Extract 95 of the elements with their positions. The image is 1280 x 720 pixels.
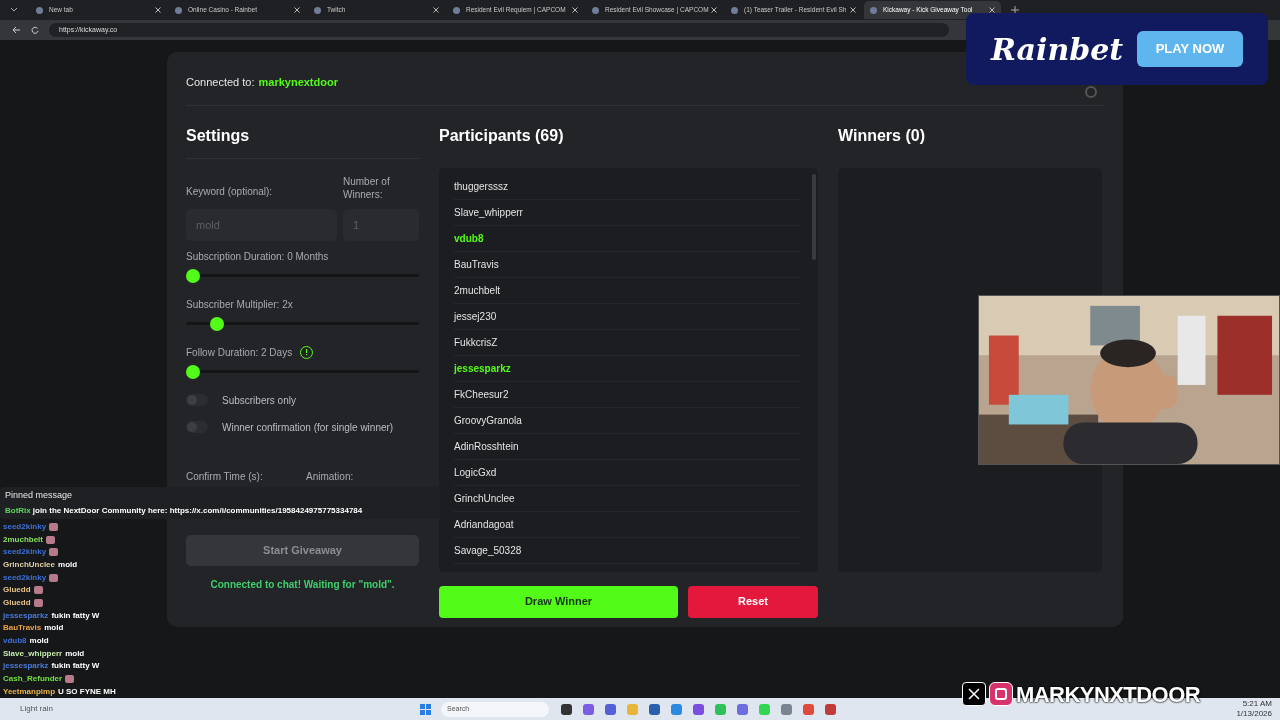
chat-username: Cash_Refunder [3,673,63,686]
slider-thumb[interactable] [186,364,200,379]
chat-text: fukin fatty W [51,609,100,622]
slider-thumb[interactable] [186,268,200,283]
chat-username: GrinchUnclee [3,558,55,571]
chat-username: seed2kinky [3,571,47,584]
favicon-icon [592,6,599,14]
ad-logo: Rainbet [991,30,1124,69]
chat-username: Gluedd [3,584,31,597]
field-label: Confirm Time (s): [186,469,264,484]
favicon-icon [870,6,877,14]
app-icon[interactable] [825,703,836,715]
chat-username: jessesparkz [3,609,49,622]
instagram-icon [989,682,1013,706]
favicon-icon [175,6,182,14]
section-title: Participants (69) [439,125,565,146]
back-icon[interactable] [12,26,21,34]
close-icon[interactable] [572,7,578,13]
chat-text: fukin fatty W [51,660,100,673]
slider-track[interactable] [186,316,419,331]
chat-username: Gluedd [3,596,31,609]
participant-name: LogicGxd [454,459,800,486]
close-icon[interactable] [155,7,161,13]
close-icon[interactable] [433,7,439,13]
field-label: Animation: [306,469,354,484]
connection-label: Connected to: [186,75,255,90]
close-icon[interactable] [711,7,717,13]
channel-name: markynextdoor [258,75,338,90]
chat-username: 2muchbelt [3,533,43,546]
new-tab-icon[interactable] [1011,6,1019,14]
section-title: Winners (0) [838,125,926,146]
chat-text: U SO FYNE MH [58,685,116,698]
reset-button[interactable]: Reset [688,585,818,618]
participant-name: vdub8 [454,225,800,252]
app-icon[interactable] [561,703,572,715]
chevron-icon[interactable] [10,7,18,13]
toggle-label: Winner confirmation (for single winner) [222,420,394,435]
participant-name: 2muchbelt [454,277,800,304]
participant-name: FkCheesur2 [454,381,800,408]
participant-name: FukkcrisZ [454,329,800,356]
chat-text: mold [44,622,64,635]
participant-name: AdinRosshtein [454,433,800,460]
participant-name: GrinchUnclee [454,485,800,512]
ad-banner[interactable]: Rainbet PLAY NOW [966,13,1268,85]
slider-track[interactable] [186,268,419,283]
slider-label: Follow Duration: 2 Days [186,345,293,360]
pinned-title: Pinned message [5,489,74,502]
status-message: Connected to chat! Waiting for "mold". [209,577,396,592]
field-label: Number of Winners: [343,174,391,201]
participant-name: jessesparkz [454,355,800,382]
chat-text: join the NextDoor Community here: https://x.com/i/communities/1958424975775334784 [32,504,363,517]
clock-time: 5:21 AM [1242,699,1272,709]
favicon-icon [36,6,43,14]
participant-name: Savage_50328 [454,537,800,564]
chat-text: mold [29,635,49,648]
toggle-switch[interactable] [186,394,208,406]
start-icon[interactable] [420,703,431,715]
participant-name: Adriandagoat [454,511,800,538]
chat-username: BauTravis [3,622,42,635]
weather-label: Light rain [20,703,54,715]
chat-text: mold [65,647,85,660]
reload-icon[interactable] [31,26,39,34]
chat-text: mold [58,558,78,571]
chat-username: vdub8 [3,635,27,648]
clock-date: 1/13/2026 [1236,709,1272,719]
participant-name: BauTravis [454,251,800,278]
slider-label: Subscriber Multiplier: 2x [186,297,293,312]
section-title: Settings [186,123,419,159]
slider-thumb[interactable] [210,316,225,331]
chat-username: Slave_whipperr [3,647,63,660]
close-icon[interactable] [294,7,300,13]
participant-name: Slave_whipperr [454,199,800,226]
chat-username: Yeetmanpimp [3,685,55,698]
chat-username: seed2kinky [3,520,47,533]
draw-winner-button[interactable]: Draw Winner [439,585,678,618]
chat-username: seed2kinky [3,546,47,559]
toggle-label: Subscribers only [222,393,296,408]
chat-username: jessesparkz [3,660,49,673]
favicon-icon [314,6,321,14]
chat-username: BotRix [5,504,31,517]
toggle-switch[interactable] [186,421,208,433]
x-logo-icon [962,682,986,706]
favicon-icon [731,6,738,14]
favicon-icon [453,6,460,14]
close-icon[interactable] [989,7,995,13]
slider-label: Subscription Duration: 0 Months [186,249,329,264]
field-label: Keyword (optional): [186,184,274,199]
app-icon[interactable] [649,703,660,715]
participant-name: thuggersssz [454,173,800,200]
emote-icon [65,675,75,684]
participant-name: GroovyGranola [454,407,800,434]
start-giveaway-button[interactable]: Start Giveaway [186,534,419,566]
participant-name: jessej230 [454,303,800,330]
slider-track[interactable] [186,364,419,379]
close-icon[interactable] [850,7,856,13]
